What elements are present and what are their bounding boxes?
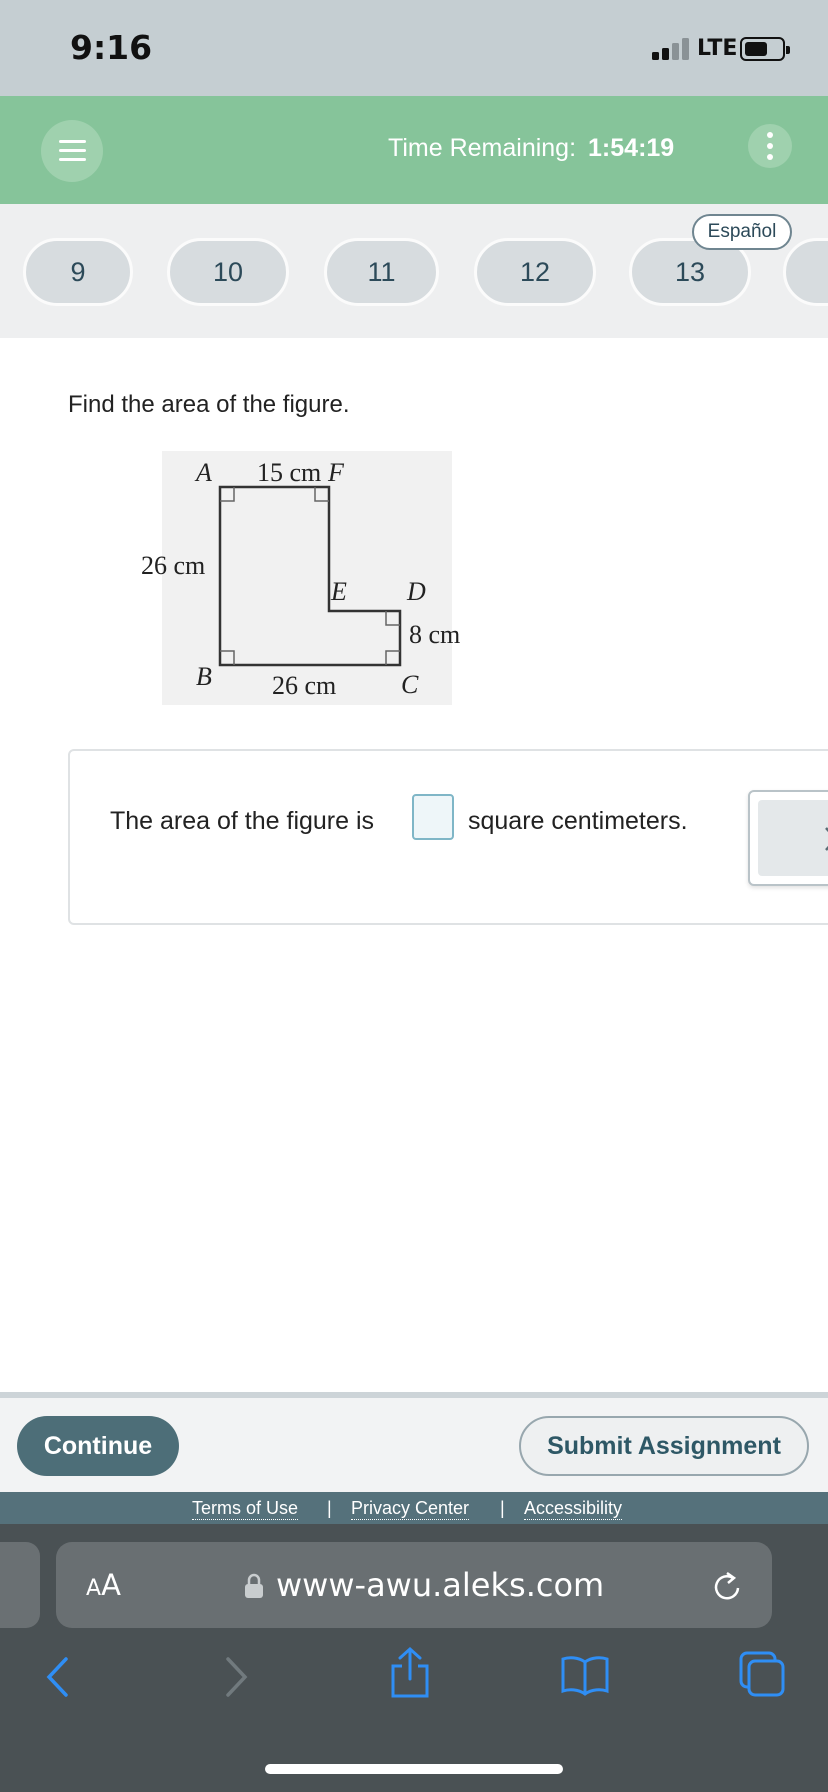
question-navigator: 9 10 11 12 13 Español (0, 204, 828, 338)
hamburger-menu-icon[interactable] (41, 120, 103, 182)
forward-icon[interactable] (222, 1654, 252, 1700)
side-panel-toggle[interactable] (748, 790, 828, 886)
separator: | (327, 1498, 332, 1518)
timer-value: 1:54:19 (588, 134, 675, 162)
app-header: Time Remaining: 1:54:19 (0, 96, 828, 204)
terms-of-use-link[interactable]: Terms of Use (192, 1498, 299, 1520)
vertex-c: C (401, 670, 419, 699)
question-button-next[interactable] (783, 238, 828, 306)
reload-icon[interactable] (711, 1569, 743, 1603)
bookmarks-icon[interactable] (560, 1654, 610, 1696)
vertex-d: D (406, 577, 426, 606)
continue-button[interactable]: Continue (17, 1416, 179, 1476)
address-bar[interactable]: AA www-awu.aleks.com (56, 1542, 772, 1628)
question-button-10[interactable]: 10 (167, 238, 289, 306)
right-length-label: 8 cm (409, 620, 460, 649)
kebab-menu-icon[interactable] (748, 124, 792, 168)
question-button-11[interactable]: 11 (324, 238, 439, 306)
answer-suffix: square centimeters. (468, 807, 688, 835)
submit-assignment-button[interactable]: Submit Assignment (519, 1416, 809, 1476)
espanol-button[interactable]: Español (692, 214, 792, 250)
answer-input[interactable] (412, 794, 454, 840)
time-remaining: Time Remaining: 1:54:19 (388, 134, 674, 163)
lock-icon (245, 1573, 263, 1598)
area-figure: A F E D C B 15 cm 26 cm 26 cm 8 cm (123, 448, 483, 715)
bottom-length-label: 26 cm (272, 671, 336, 700)
url-text: www-awu.aleks.com (276, 1566, 605, 1604)
status-bar: 9:16 LTE (0, 0, 828, 96)
question-prompt: Find the area of the figure. (68, 391, 350, 418)
question-button-9[interactable]: 9 (23, 238, 133, 306)
back-icon[interactable] (42, 1654, 72, 1700)
chevron-right-icon (825, 827, 828, 851)
vertex-a: A (194, 458, 212, 487)
signal-icon (652, 38, 690, 60)
text-size-button[interactable]: AA (86, 1568, 121, 1602)
battery-icon (740, 37, 790, 61)
tabs-icon[interactable] (738, 1650, 786, 1698)
top-length-label: 15 cm (257, 458, 321, 487)
answer-prefix: The area of the figure is (110, 807, 375, 835)
question-button-12[interactable]: 12 (474, 238, 596, 306)
left-length-label: 26 cm (141, 551, 205, 580)
answer-card: The area of the figure is square centime… (68, 749, 828, 925)
timer-label: Time Remaining: (388, 134, 577, 162)
status-time: 9:16 (70, 28, 153, 67)
vertex-b: B (196, 662, 212, 691)
accessibility-link[interactable]: Accessibility (524, 1498, 623, 1520)
network-type: LTE (697, 36, 738, 61)
privacy-center-link[interactable]: Privacy Center (351, 1498, 470, 1520)
browser-chrome: AA www-awu.aleks.com (0, 1524, 828, 1792)
separator: | (500, 1498, 505, 1518)
vertex-e: E (330, 577, 347, 606)
previous-tab-edge[interactable] (0, 1542, 40, 1628)
home-indicator (265, 1764, 563, 1774)
legal-links: Terms of Use | Privacy Center | Accessib… (0, 1492, 828, 1524)
share-icon[interactable] (388, 1646, 432, 1700)
footer-bar: Continue Submit Assignment (0, 1398, 828, 1492)
vertex-f: F (327, 458, 345, 487)
